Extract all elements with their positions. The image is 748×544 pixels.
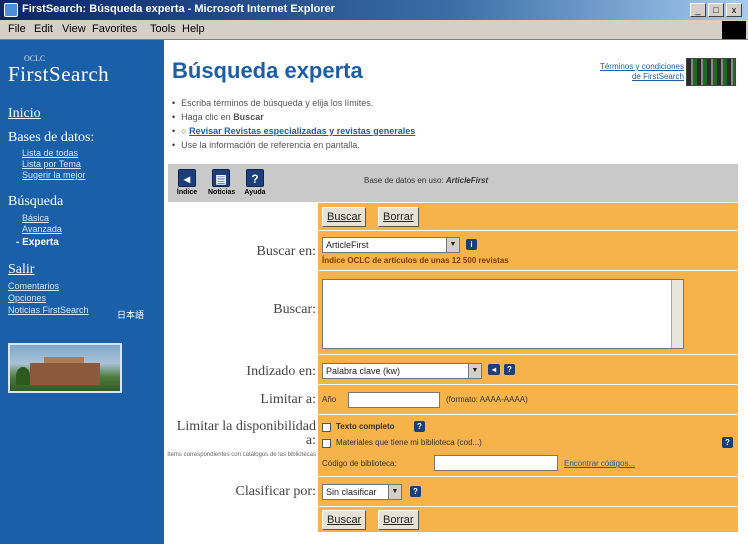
toolbar-news-button[interactable]: ▤ Noticias (208, 169, 235, 196)
indizado-label: Indizado en: (246, 364, 316, 379)
library-holdings-checkbox[interactable] (322, 439, 331, 448)
chevron-down-icon: ▼ (468, 364, 481, 378)
menu-tools[interactable]: Tools (150, 23, 176, 35)
toolbar-index-button[interactable]: ◂ Índice (174, 169, 200, 196)
japanese-language-link[interactable]: 日本語 (117, 308, 144, 321)
menu-file[interactable]: File (8, 23, 26, 35)
database-description: Índice OCLC de artículos de unas 12 500 … (322, 256, 509, 265)
menu-view[interactable]: View (62, 23, 86, 35)
sidebar-link-comentarios[interactable]: Comentarios (8, 281, 59, 291)
terms-link-line1: Términos y condiciones (599, 62, 684, 71)
sidebar-heading-busqueda: Búsqueda (8, 194, 64, 209)
chevron-down-icon: ▼ (388, 485, 401, 499)
year-label: Año (322, 395, 337, 404)
help-icon[interactable]: ? (410, 486, 421, 497)
form-row-disponibilidad: Texto completo ? Materiales que tiene mi… (318, 414, 738, 476)
chevron-down-icon: ▼ (446, 238, 459, 252)
form-row-indizado: Palabra clave (kw) ▼ ◂ ? (318, 354, 738, 384)
search-button-bottom[interactable]: Buscar (322, 510, 367, 530)
sort-select[interactable]: Sin clasificar ▼ (322, 484, 402, 500)
maximize-button[interactable]: □ (708, 3, 724, 17)
index-select[interactable]: Palabra clave (kw) ▼ (322, 363, 482, 379)
page-title: Búsqueda experta (172, 58, 363, 83)
search-button-top[interactable]: Buscar (322, 207, 367, 227)
window-title: FirstSearch: Búsqueda experta - Microsof… (22, 3, 335, 15)
minimize-button[interactable]: _ (690, 3, 706, 17)
instruction-2: • Haga clic en Buscar (172, 112, 264, 122)
window-title-bar: FirstSearch: Búsqueda experta - Microsof… (0, 0, 748, 20)
database-select[interactable]: ArticleFirst ▼ (322, 237, 460, 253)
year-format-hint: (formato: AAAA-AAAA) (446, 395, 528, 404)
info-icon[interactable]: i (466, 239, 477, 250)
form-row-buscar (318, 270, 738, 354)
sidebar-link-lista-tema[interactable]: Lista por Tema (22, 159, 81, 169)
help-icon[interactable]: ? (504, 364, 515, 375)
search-textarea[interactable] (322, 279, 684, 349)
sidebar-link-avanzada[interactable]: Avanzada (22, 224, 62, 234)
sidebar: OCLC FirstSearch Inicio Bases de datos: … (0, 40, 164, 544)
help-icon[interactable]: ? (414, 421, 425, 432)
window-controls: _ □ x (690, 3, 742, 17)
instruction-3: • ○ Revisar Revistas especializadas y rev… (172, 126, 416, 136)
form-row-buscar-en: ArticleFirst ▼ i Índice OCLC de artículo… (318, 230, 738, 270)
textarea-scrollbar[interactable] (671, 280, 683, 348)
instruction-4: • Use la información de referencia en pan… (172, 140, 360, 150)
sidebar-link-salir[interactable]: Salir (8, 262, 34, 278)
menu-edit[interactable]: Edit (34, 23, 53, 35)
form-row-clasificar: Sin clasificar ▼ ? (318, 476, 738, 506)
index-icon: ◂ (178, 169, 196, 187)
form-row-bottom-buttons: Buscar Borrar (318, 506, 738, 532)
find-codes-link[interactable]: Encontrar códigos... (564, 459, 635, 468)
help-icon: ? (246, 169, 264, 187)
sidebar-link-opciones[interactable]: Opciones (8, 293, 46, 303)
terms-link-line2: de FirstSearch (631, 72, 684, 81)
menu-bar: File Edit View Favorites Tools Help (0, 20, 748, 40)
close-button[interactable]: x (726, 3, 742, 17)
instruction-1: • Escriba términos de búsqueda y elija lo… (172, 98, 374, 108)
form-row-limitar: Año (formato: AAAA-AAAA) (318, 384, 738, 414)
revisar-revistas-link[interactable]: Revisar Revistas especializadas y revist… (189, 126, 415, 136)
form-row-top-buttons: Buscar Borrar (318, 202, 738, 230)
sidebar-link-inicio[interactable]: Inicio (8, 106, 41, 122)
sidebar-link-lista-todas[interactable]: Lista de todas (22, 148, 78, 158)
library-holdings-label: Materiales que tiene mi biblioteca (cod.… (336, 438, 482, 447)
buscar-label: Buscar: (273, 302, 316, 317)
browser-logo-icon (722, 21, 746, 39)
library-code-input[interactable] (434, 455, 558, 471)
sidebar-current-experta: - Experta (16, 237, 59, 248)
library-image (8, 343, 122, 393)
database-in-use: Base de datos en uso: ArticleFirst (364, 176, 489, 185)
clear-button-top[interactable]: Borrar (378, 207, 419, 227)
full-text-checkbox[interactable] (322, 423, 331, 432)
sidebar-heading-bases: Bases de datos: (8, 130, 95, 145)
oclc-logo (686, 58, 736, 86)
sidebar-link-sugerir[interactable]: Sugerir la mejor (22, 170, 86, 180)
terms-link[interactable]: Términos y condiciones de FirstSearch (584, 62, 684, 82)
toolbar-help-button[interactable]: ? Ayuda (242, 169, 268, 196)
index-browse-icon[interactable]: ◂ (488, 364, 500, 375)
sidebar-link-basica[interactable]: Básica (22, 213, 49, 223)
database-name: ArticleFirst (445, 176, 489, 185)
buscar-en-label: Buscar en: (256, 244, 316, 259)
year-input[interactable] (348, 392, 440, 408)
clasificar-label: Clasificar por: (235, 484, 316, 499)
menu-help[interactable]: Help (182, 23, 205, 35)
news-icon: ▤ (212, 169, 230, 187)
browser-icon (4, 3, 18, 17)
disponibilidad-label: Limitar la disponibilidad a: (176, 419, 316, 448)
library-code-label: Código de biblioteca: (322, 459, 397, 468)
limitar-label: Limitar a: (260, 392, 316, 407)
clear-button-bottom[interactable]: Borrar (378, 510, 419, 530)
disponibilidad-footnote: Items correspondientes con catálogos de … (167, 452, 316, 458)
help-icon[interactable]: ? (722, 437, 733, 448)
menu-favorites[interactable]: Favorites (92, 23, 137, 35)
brand-firstsearch: FirstSearch (8, 62, 110, 86)
full-text-label: Texto completo (336, 422, 395, 431)
sidebar-link-noticias[interactable]: Noticias FirstSearch (8, 305, 89, 315)
